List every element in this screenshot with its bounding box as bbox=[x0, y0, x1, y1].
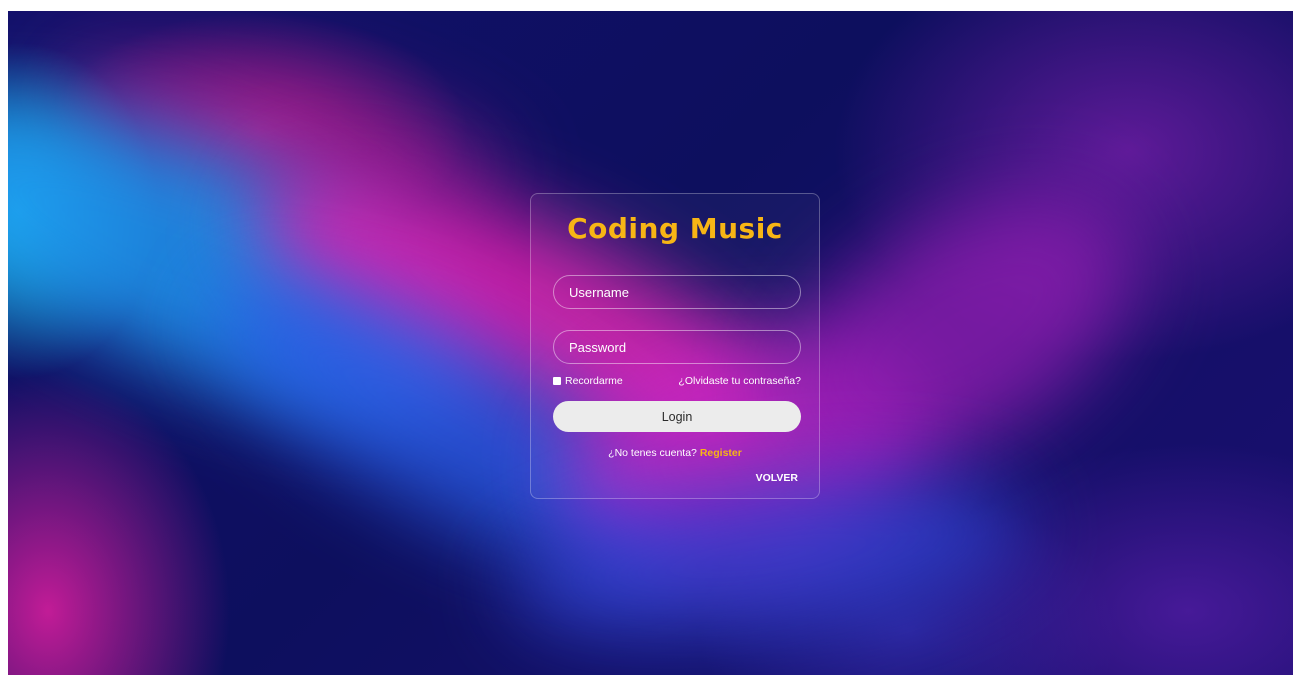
remember-row: Recordarme ¿Olvidaste tu contraseña? bbox=[553, 375, 801, 391]
remember-me-checkbox[interactable]: Recordarme bbox=[553, 375, 623, 387]
username-input[interactable] bbox=[553, 275, 801, 309]
register-link[interactable]: Register bbox=[700, 447, 742, 459]
app-viewport: Coding Music Recordarme ¿Olvidaste tu co… bbox=[8, 11, 1293, 675]
forgot-password-link[interactable]: ¿Olvidaste tu contraseña? bbox=[678, 375, 801, 387]
no-account-text: ¿No tenes cuenta? bbox=[608, 447, 700, 459]
remember-me-label: Recordarme bbox=[565, 375, 623, 387]
login-card: Coding Music Recordarme ¿Olvidaste tu co… bbox=[530, 193, 820, 499]
register-prompt: ¿No tenes cuenta? Register bbox=[531, 447, 819, 459]
checkbox-icon[interactable] bbox=[553, 377, 561, 385]
password-input[interactable] bbox=[553, 330, 801, 364]
back-link[interactable]: VOLVER bbox=[756, 472, 798, 484]
login-button[interactable]: Login bbox=[553, 401, 801, 432]
app-title: Coding Music bbox=[567, 212, 783, 245]
